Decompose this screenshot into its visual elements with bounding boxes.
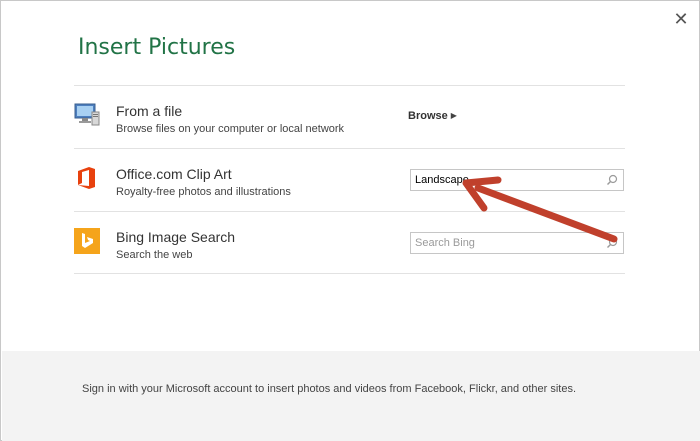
browse-button[interactable]: Browse ▶: [408, 110, 457, 122]
clip-art-search-box: [410, 169, 624, 191]
row-title: Office.com Clip Art: [116, 166, 232, 182]
triangle-right-icon: ▶: [450, 111, 457, 120]
row-subtitle: Search the web: [116, 249, 193, 261]
close-button[interactable]: ✕: [671, 9, 691, 29]
computer-icon: [74, 102, 100, 128]
row-bing-search: Bing Image Search Search the web: [74, 211, 625, 274]
office-icon: [74, 165, 100, 191]
clip-art-search-input[interactable]: [411, 170, 601, 190]
row-from-file: From a file Browse files on your compute…: [74, 85, 625, 148]
sign-in-footer: Sign in with your Microsoft account to i…: [2, 351, 700, 441]
search-icon[interactable]: [606, 174, 618, 186]
footer-text: Sign in with your Microsoft account to i…: [82, 383, 577, 395]
row-subtitle: Royalty-free photos and illustrations: [116, 186, 291, 198]
dialog-title: Insert Pictures: [78, 35, 236, 60]
insert-pictures-dialog: ✕ Insert Pictures From a file Browse fil…: [0, 0, 700, 441]
search-icon[interactable]: [606, 237, 618, 249]
row-title: Bing Image Search: [116, 229, 236, 245]
row-subtitle: Browse files on your computer or local n…: [116, 123, 345, 135]
picture-sources-list: From a file Browse files on your compute…: [74, 85, 625, 274]
bing-icon: [74, 228, 100, 254]
bing-search-box: [410, 232, 624, 254]
row-office-clip-art: Office.com Clip Art Royalty-free photos …: [74, 148, 625, 211]
browse-label: Browse: [408, 110, 448, 122]
bing-search-input[interactable]: [411, 233, 601, 253]
row-title: From a file: [116, 103, 183, 119]
